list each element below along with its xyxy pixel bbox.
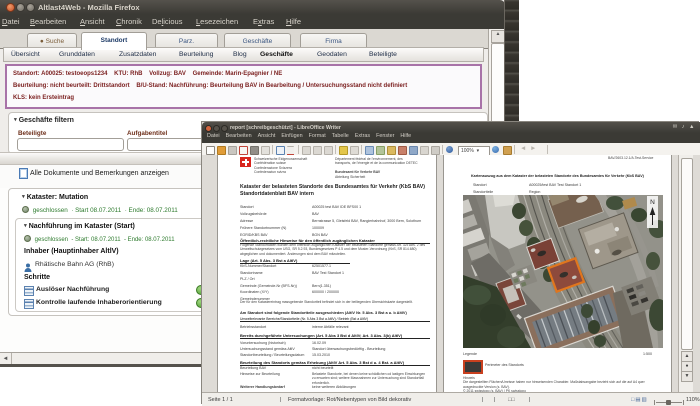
- svg-text:N: N: [650, 199, 655, 206]
